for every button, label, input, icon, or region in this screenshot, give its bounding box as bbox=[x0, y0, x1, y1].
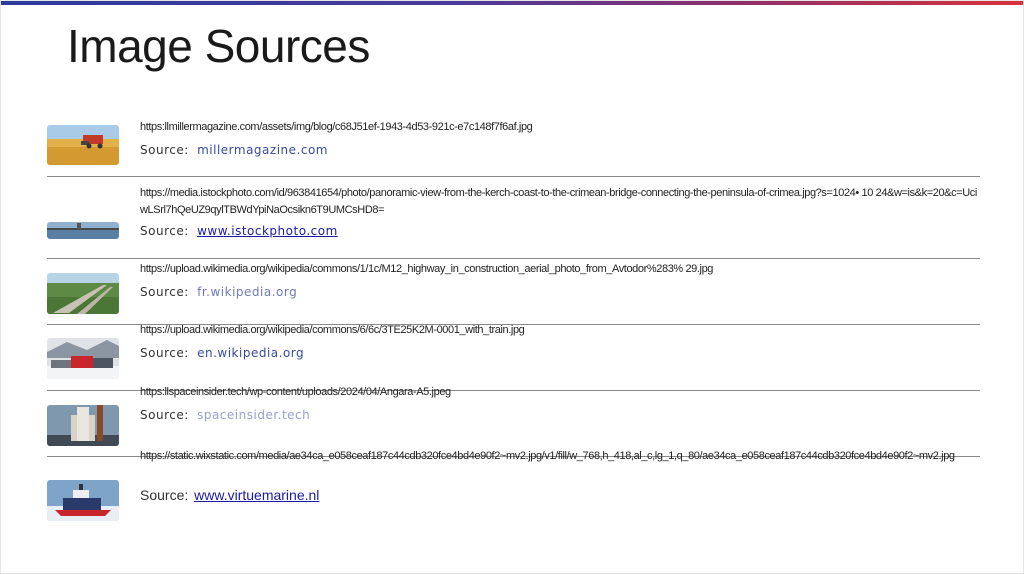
source-label: Source: bbox=[140, 487, 189, 503]
source-line: Source: www.virtuemarine.nl bbox=[140, 487, 319, 503]
source-line: Source: fr.wikipedia.org bbox=[140, 285, 297, 299]
source-label: Source: bbox=[140, 408, 189, 422]
aerial-highway-icon bbox=[47, 273, 119, 314]
source-url[interactable]: https:llspaceinsider.tech/wp-content/upl… bbox=[140, 384, 980, 401]
wheat-field-harvester-icon bbox=[47, 125, 119, 165]
source-url[interactable]: https://upload.wikimedia.org/wikipedia/c… bbox=[140, 322, 980, 339]
source-url[interactable]: https://upload.wikimedia.org/wikipedia/c… bbox=[140, 261, 980, 278]
source-link[interactable]: millermagazine.com bbox=[197, 143, 328, 157]
source-label: Source: bbox=[140, 224, 189, 238]
source-link[interactable]: en.wikipedia.org bbox=[197, 346, 304, 360]
source-link[interactable]: www.istockphoto.com bbox=[197, 224, 338, 238]
source-link[interactable]: spaceinsider.tech bbox=[197, 408, 310, 422]
page-title: Image Sources bbox=[67, 20, 370, 72]
source-label: Source: bbox=[140, 143, 189, 157]
source-label: Source: bbox=[140, 285, 189, 299]
source-url[interactable]: https:llmillermagazine.com/assets/img/bl… bbox=[140, 119, 980, 136]
bridge-panorama-icon bbox=[47, 222, 119, 239]
source-line: Source: millermagazine.com bbox=[140, 143, 328, 157]
top-accent-bar bbox=[1, 1, 1023, 5]
divider bbox=[47, 176, 980, 177]
snowy-train-icon bbox=[47, 338, 119, 379]
source-label: Source: bbox=[140, 346, 189, 360]
source-line: Source: www.istockphoto.com bbox=[140, 224, 338, 238]
source-link[interactable]: fr.wikipedia.org bbox=[197, 285, 297, 299]
icebreaker-ship-icon bbox=[47, 480, 119, 521]
divider bbox=[47, 258, 980, 259]
rocket-launchpad-icon bbox=[47, 405, 119, 446]
source-link[interactable]: www.virtuemarine.nl bbox=[194, 487, 319, 503]
source-url[interactable]: https://media.istockphoto.com/id/9638416… bbox=[140, 185, 980, 219]
source-line: Source: en.wikipedia.org bbox=[140, 346, 304, 360]
source-url[interactable]: https://static.wixstatic.com/media/ae34c… bbox=[140, 448, 980, 465]
source-line: Source: spaceinsider.tech bbox=[140, 408, 310, 422]
slide: Image Sources https:llmillermagazine.com… bbox=[0, 0, 1024, 574]
